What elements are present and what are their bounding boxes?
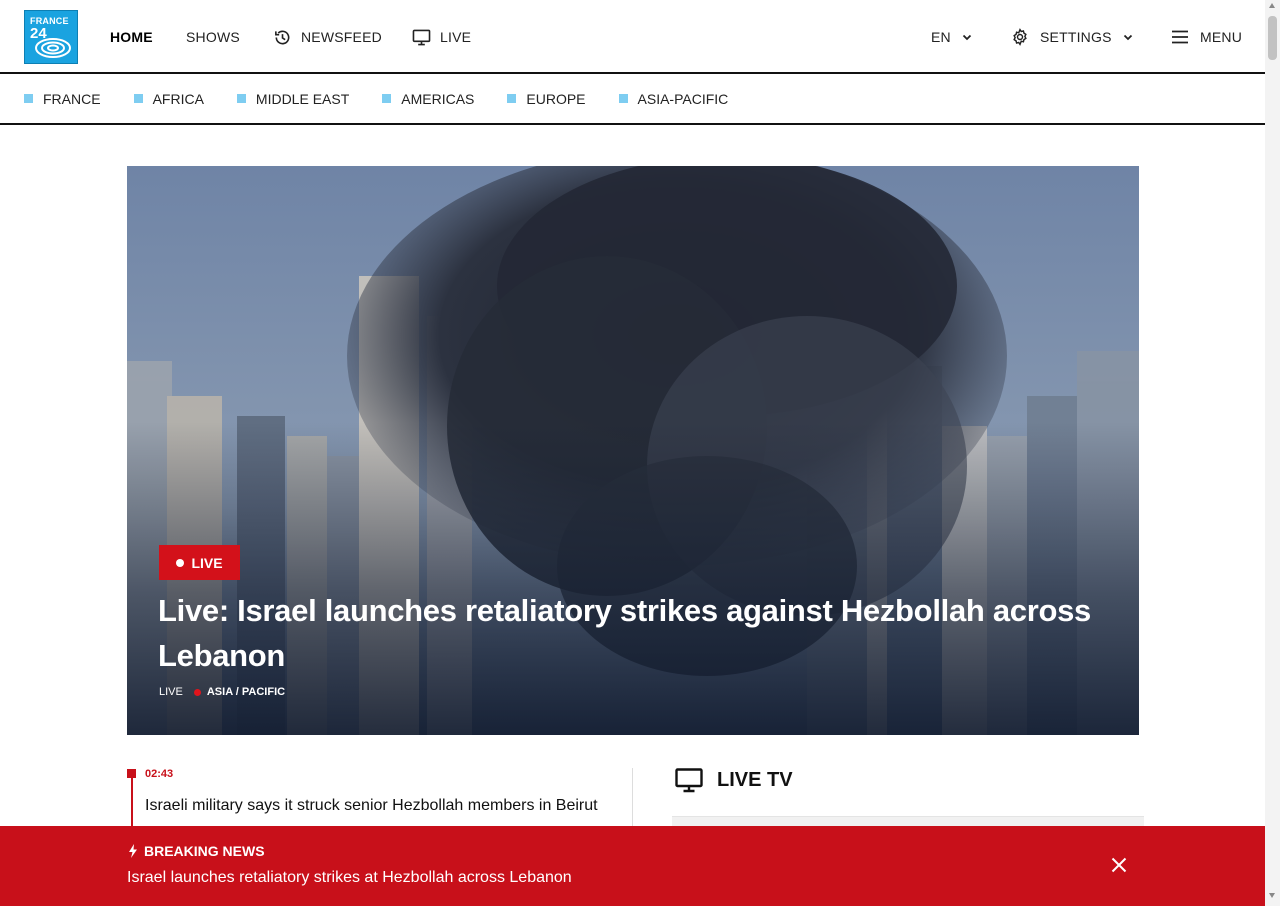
nav-newsfeed-link[interactable]: NEWSFEED bbox=[273, 28, 382, 47]
language-label: EN bbox=[931, 29, 951, 45]
region-marker bbox=[382, 94, 392, 103]
region-label: AMERICAS bbox=[401, 90, 475, 107]
region-marker bbox=[133, 94, 143, 103]
nav-live-link[interactable]: LIVE bbox=[412, 29, 471, 46]
region-middle-east-link[interactable]: MIDDLE EAST bbox=[236, 90, 350, 107]
region-asia-pacific-link[interactable]: ASIA-PACIFIC bbox=[618, 90, 729, 107]
region-label: AFRICA bbox=[152, 90, 204, 107]
hero-title[interactable]: Live: Israel launches retaliatory strike… bbox=[158, 588, 1118, 678]
region-label: MIDDLE EAST bbox=[255, 90, 350, 107]
close-icon bbox=[1111, 857, 1127, 873]
live-dot-icon bbox=[176, 558, 185, 567]
scroll-thumb[interactable] bbox=[1268, 16, 1277, 60]
nav-live-label: LIVE bbox=[440, 29, 472, 45]
chevron-down-icon bbox=[1123, 34, 1133, 41]
scroll-down-icon[interactable] bbox=[1269, 893, 1275, 898]
red-dot-icon bbox=[193, 688, 201, 696]
feed-timestamp: 02:43 bbox=[145, 768, 174, 780]
settings-dropdown[interactable]: SETTINGS bbox=[1011, 0, 1133, 74]
chevron-down-icon bbox=[962, 34, 972, 41]
timeline-line bbox=[131, 774, 133, 834]
region-label: EUROPE bbox=[526, 90, 586, 107]
nav-shows-link[interactable]: SHOWS bbox=[186, 29, 240, 45]
nav-home-link[interactable]: HOME bbox=[110, 29, 153, 45]
scroll-up-icon[interactable] bbox=[1269, 3, 1275, 8]
gear-icon bbox=[1011, 28, 1029, 46]
logo-waves-icon bbox=[35, 38, 71, 58]
region-label: FRANCE bbox=[43, 90, 101, 107]
live-tv-label: LIVE TV bbox=[717, 769, 793, 791]
region-label: ASIA-PACIFIC bbox=[637, 90, 729, 107]
hamburger-icon bbox=[1171, 30, 1189, 44]
breaking-news-label: BREAKING NEWS bbox=[144, 843, 265, 859]
tv-icon bbox=[412, 29, 431, 46]
live-badge: LIVE bbox=[159, 545, 240, 580]
main-nav-newsfeed: NEWSFEED bbox=[273, 0, 382, 74]
nav-newsfeed-label: NEWSFEED bbox=[301, 29, 382, 45]
region-nav: FRANCE AFRICA MIDDLE EAST AMERICAS EUROP… bbox=[0, 74, 1265, 125]
breaking-news-link[interactable]: Israel launches retaliatory strikes at H… bbox=[127, 869, 572, 887]
hero-meta-type: LIVE bbox=[159, 686, 183, 698]
main-nav-shows: SHOWS bbox=[186, 0, 240, 74]
region-africa-link[interactable]: AFRICA bbox=[133, 90, 204, 107]
breaking-news-heading: BREAKING NEWS bbox=[128, 843, 265, 859]
language-selector[interactable]: EN bbox=[931, 0, 972, 74]
menu-button[interactable]: MENU bbox=[1171, 0, 1242, 74]
region-france-link[interactable]: FRANCE bbox=[24, 91, 101, 107]
column-divider bbox=[632, 768, 633, 828]
settings-label: SETTINGS bbox=[1040, 29, 1112, 45]
region-europe-link[interactable]: EUROPE bbox=[507, 90, 586, 107]
lightning-icon bbox=[128, 844, 138, 858]
main-nav: HOME bbox=[110, 0, 153, 74]
hero-meta-category[interactable]: ASIA / PACIFIC bbox=[207, 686, 285, 698]
hero-article[interactable]: LIVE Live: Israel launches retaliatory s… bbox=[127, 166, 1139, 735]
breaking-news-banner: BREAKING NEWS Israel launches retaliator… bbox=[0, 826, 1265, 906]
history-icon bbox=[273, 28, 292, 47]
site-header: FRANCE 24 HOME SHOWS NEWSFEED LIVE EN SE… bbox=[0, 0, 1265, 74]
main-nav-live: LIVE bbox=[412, 0, 471, 74]
region-americas-link[interactable]: AMERICAS bbox=[382, 91, 474, 107]
live-badge-label: LIVE bbox=[191, 554, 223, 571]
hero-meta: LIVE ASIA / PACIFIC bbox=[159, 686, 285, 698]
tv-icon bbox=[675, 768, 703, 793]
close-banner-button[interactable] bbox=[1104, 850, 1134, 880]
page-scrollbar[interactable] bbox=[1265, 0, 1280, 906]
menu-label: MENU bbox=[1200, 29, 1243, 45]
region-marker bbox=[236, 94, 246, 103]
feed-item-text[interactable]: Israeli military says it struck senior H… bbox=[145, 794, 605, 818]
region-marker bbox=[507, 94, 517, 103]
region-marker bbox=[618, 94, 628, 103]
france24-logo[interactable]: FRANCE 24 bbox=[24, 10, 78, 64]
region-marker bbox=[24, 94, 33, 103]
live-tv-heading[interactable]: LIVE TV bbox=[675, 768, 793, 793]
